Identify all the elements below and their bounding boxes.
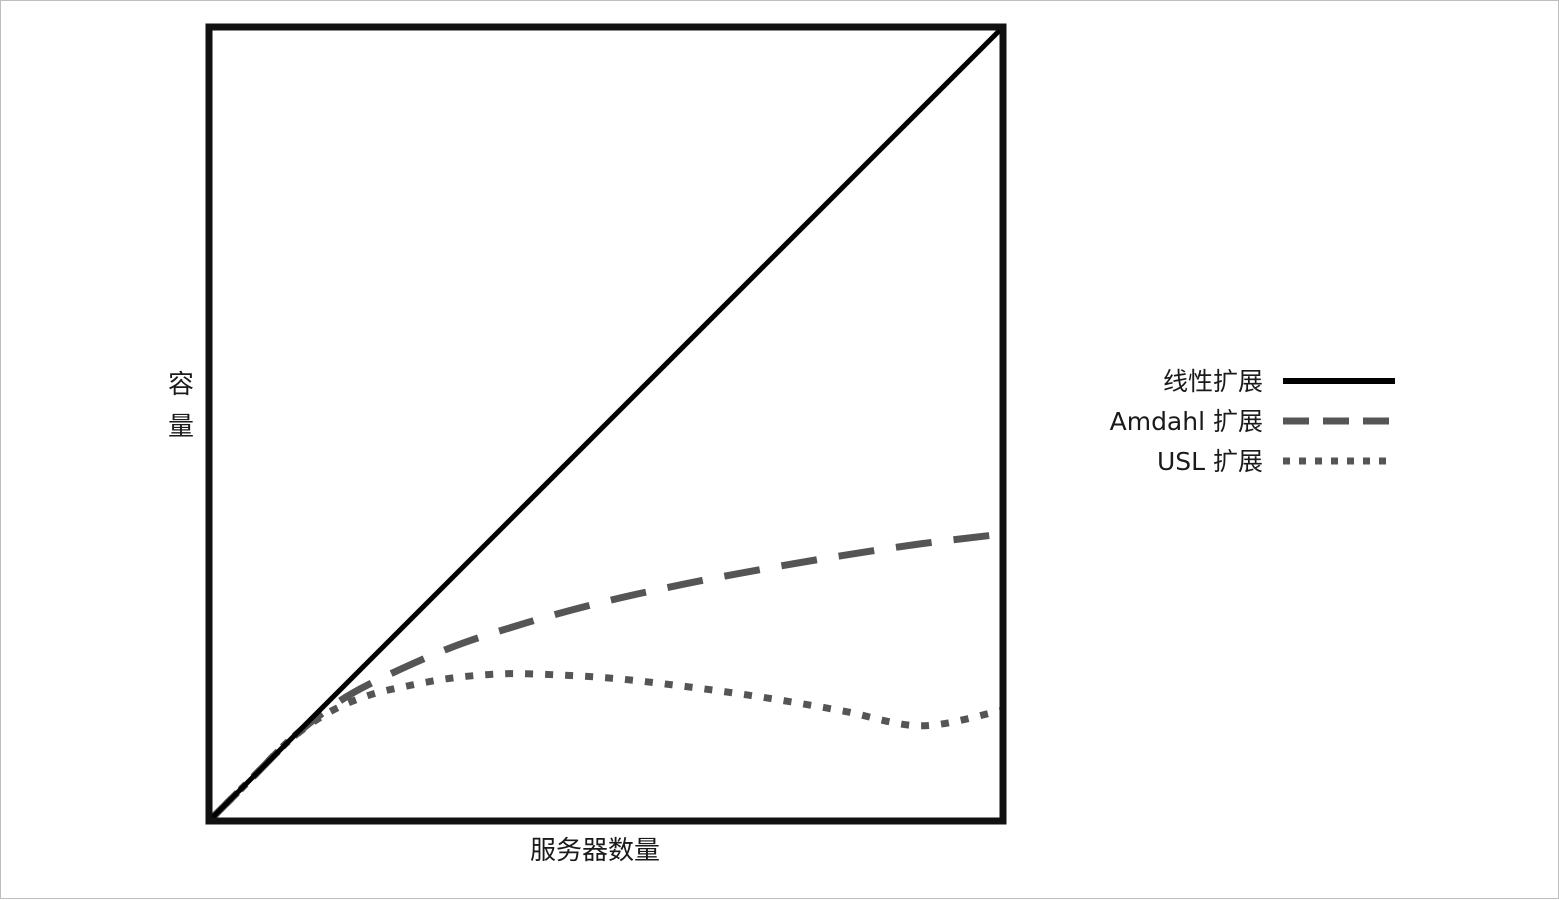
figure-frame: 服务器数量 容量 线性扩展 Amdahl 扩展 USL 扩展 xyxy=(0,0,1559,899)
y-axis-label: 容量 xyxy=(168,370,194,442)
legend-label: 线性扩展 xyxy=(1163,367,1263,396)
series-line-dotted xyxy=(209,670,1001,821)
series-line-solid xyxy=(210,28,1002,820)
y-axis-label-char: 容 xyxy=(168,370,194,400)
y-axis-label-char: 量 xyxy=(168,412,194,442)
legend-label: USL 扩展 xyxy=(1157,447,1263,476)
chart: 服务器数量 容量 线性扩展 Amdahl 扩展 USL 扩展 xyxy=(168,23,1395,866)
series-layer xyxy=(209,28,1002,821)
x-axis-label: 服务器数量 xyxy=(530,836,660,866)
legend: 线性扩展 Amdahl 扩展 USL 扩展 xyxy=(1110,367,1395,476)
legend-label: Amdahl 扩展 xyxy=(1110,407,1263,436)
